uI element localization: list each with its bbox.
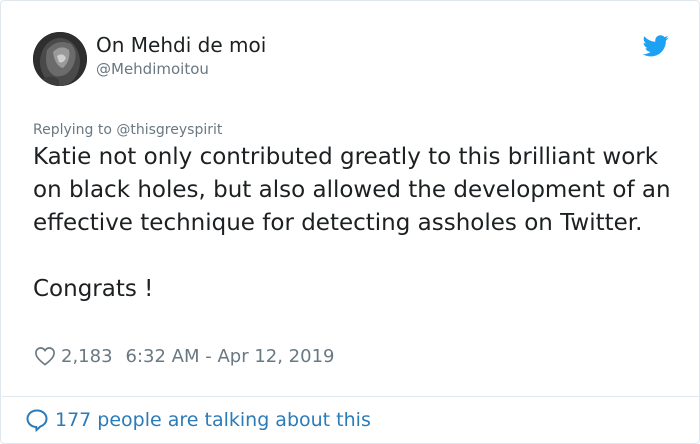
tweet-body: Katie not only contributed greatly to th…: [33, 144, 671, 236]
divider: [2, 396, 700, 397]
avatar[interactable]: [33, 32, 87, 86]
author-display-name[interactable]: On Mehdi de moi: [96, 32, 266, 58]
replying-to-label[interactable]: Replying to @thisgreyspirit: [33, 121, 222, 139]
tweet-timestamp[interactable]: 6:32 AM - Apr 12, 2019: [126, 346, 335, 367]
tweet-card: On Mehdi de moi @Mehdimoitou Replying to…: [0, 0, 700, 444]
heart-icon[interactable]: [34, 346, 56, 366]
tweet-closing: Congrats !: [33, 276, 154, 302]
twitter-bird-icon[interactable]: [643, 35, 669, 57]
author-handle[interactable]: @Mehdimoitou: [96, 59, 209, 79]
conversation-link[interactable]: 177 people are talking about this: [25, 407, 371, 433]
speech-bubble-icon: [26, 409, 48, 432]
conversation-count-label[interactable]: 177 people are talking about this: [55, 409, 371, 431]
tweet-meta: 2,183 6:32 AM - Apr 12, 2019: [34, 344, 334, 368]
like-count[interactable]: 2,183: [61, 346, 113, 367]
tweet-text: Katie not only contributed greatly to th…: [33, 141, 673, 306]
